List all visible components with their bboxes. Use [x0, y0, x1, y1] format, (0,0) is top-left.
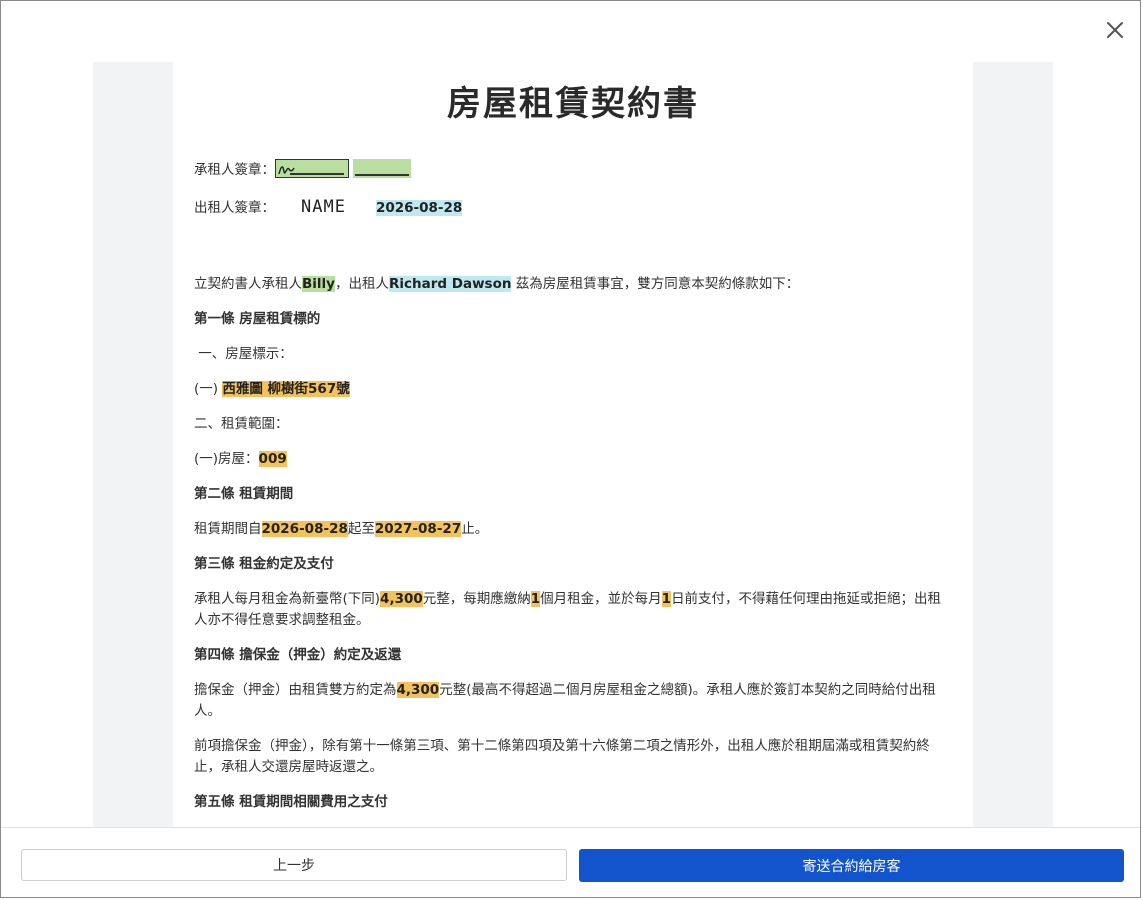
landlord-signature: NAME — [301, 197, 346, 217]
send-contract-button[interactable]: 寄送合約給房客 — [579, 849, 1124, 882]
article-5-title: 第五條 租賃期間相關費用之支付 — [194, 794, 388, 810]
tenant-signature-field[interactable] — [275, 159, 349, 178]
article-1-item-2: 二、租賃範圍： — [194, 416, 289, 432]
article-3-title: 第三條 租金約定及支付 — [194, 556, 334, 572]
article-4-text-2: 前項擔保金（押金），除有第十一條第三項、第十二條第四項及第十六條第二項之情形外，… — [194, 738, 930, 775]
lease-start-field: 2026-08-28 — [261, 521, 348, 537]
monthly-rent-field: 4,300 — [380, 591, 423, 607]
article-1-address-row: (一) 西雅圖 柳樹街567號 — [194, 381, 350, 397]
tenant-name-field: Billy — [302, 276, 335, 292]
modal-footer: 上一步 寄送合約給房客 — [1, 827, 1140, 897]
signature-scribble-icon — [278, 166, 295, 175]
tenant-sign-label: 承租人簽章： — [194, 162, 275, 178]
lease-end-field: 2027-08-27 — [374, 521, 462, 537]
deposit-field: 4,300 — [396, 682, 440, 698]
article-1-unit-row: (一)房屋：009 — [194, 451, 287, 467]
article-4-title: 第四條 擔保金（押金）約定及返還 — [194, 647, 402, 663]
intro-paragraph: 立契約書人承租人Billy，出租人Richard Dawson 茲為房屋租賃事宜… — [194, 276, 800, 292]
unit-number-field: 009 — [258, 451, 287, 467]
article-2-title: 第二條 租賃期間 — [194, 486, 294, 502]
landlord-sign-label: 出租人簽章： — [194, 200, 275, 216]
landlord-signature-row: 出租人簽章： NAME 2026-08-28 — [194, 197, 951, 219]
article-1-title: 第一條 房屋租賃標的 — [194, 311, 321, 327]
previous-step-button[interactable]: 上一步 — [21, 849, 567, 881]
article-3-text: 承租人每月租金為新臺幣(下同)4,300元整，每期應繳納1個月租金，並於每月1日… — [194, 591, 942, 628]
payment-day-field: 1 — [661, 591, 672, 607]
contract-page: 房屋租賃契約書 承租人簽章： 出租人簽章： NAME 2026-08-28 立契約書… — [173, 62, 973, 828]
article-1-item-1: 一、房屋標示： — [194, 346, 293, 362]
close-icon — [1107, 22, 1123, 38]
contract-preview-modal: 房屋租賃契約書 承租人簽章： 出租人簽章： NAME 2026-08-28 立契約書… — [0, 0, 1141, 898]
article-2-text: 租賃期間自2026-08-28起至2027-08-27止。 — [194, 521, 489, 537]
payment-months-field: 1 — [530, 591, 541, 607]
tenant-date-field[interactable] — [353, 159, 411, 178]
close-button[interactable] — [1102, 17, 1128, 43]
document-viewer[interactable]: 房屋租賃契約書 承租人簽章： 出租人簽章： NAME 2026-08-28 立契約書… — [93, 62, 1053, 828]
document-title: 房屋租賃契約書 — [447, 84, 699, 124]
property-address-field: 西雅圖 柳樹街567號 — [222, 381, 350, 397]
landlord-name-field: Richard Dawson — [388, 276, 512, 292]
landlord-sign-date: 2026-08-28 — [375, 200, 463, 216]
tenant-signature-row: 承租人簽章： — [194, 159, 951, 181]
article-4-text-1: 擔保金（押金）由租賃雙方約定為4,300元整(最高不得超過二個月房屋租金之總額)… — [194, 682, 936, 719]
